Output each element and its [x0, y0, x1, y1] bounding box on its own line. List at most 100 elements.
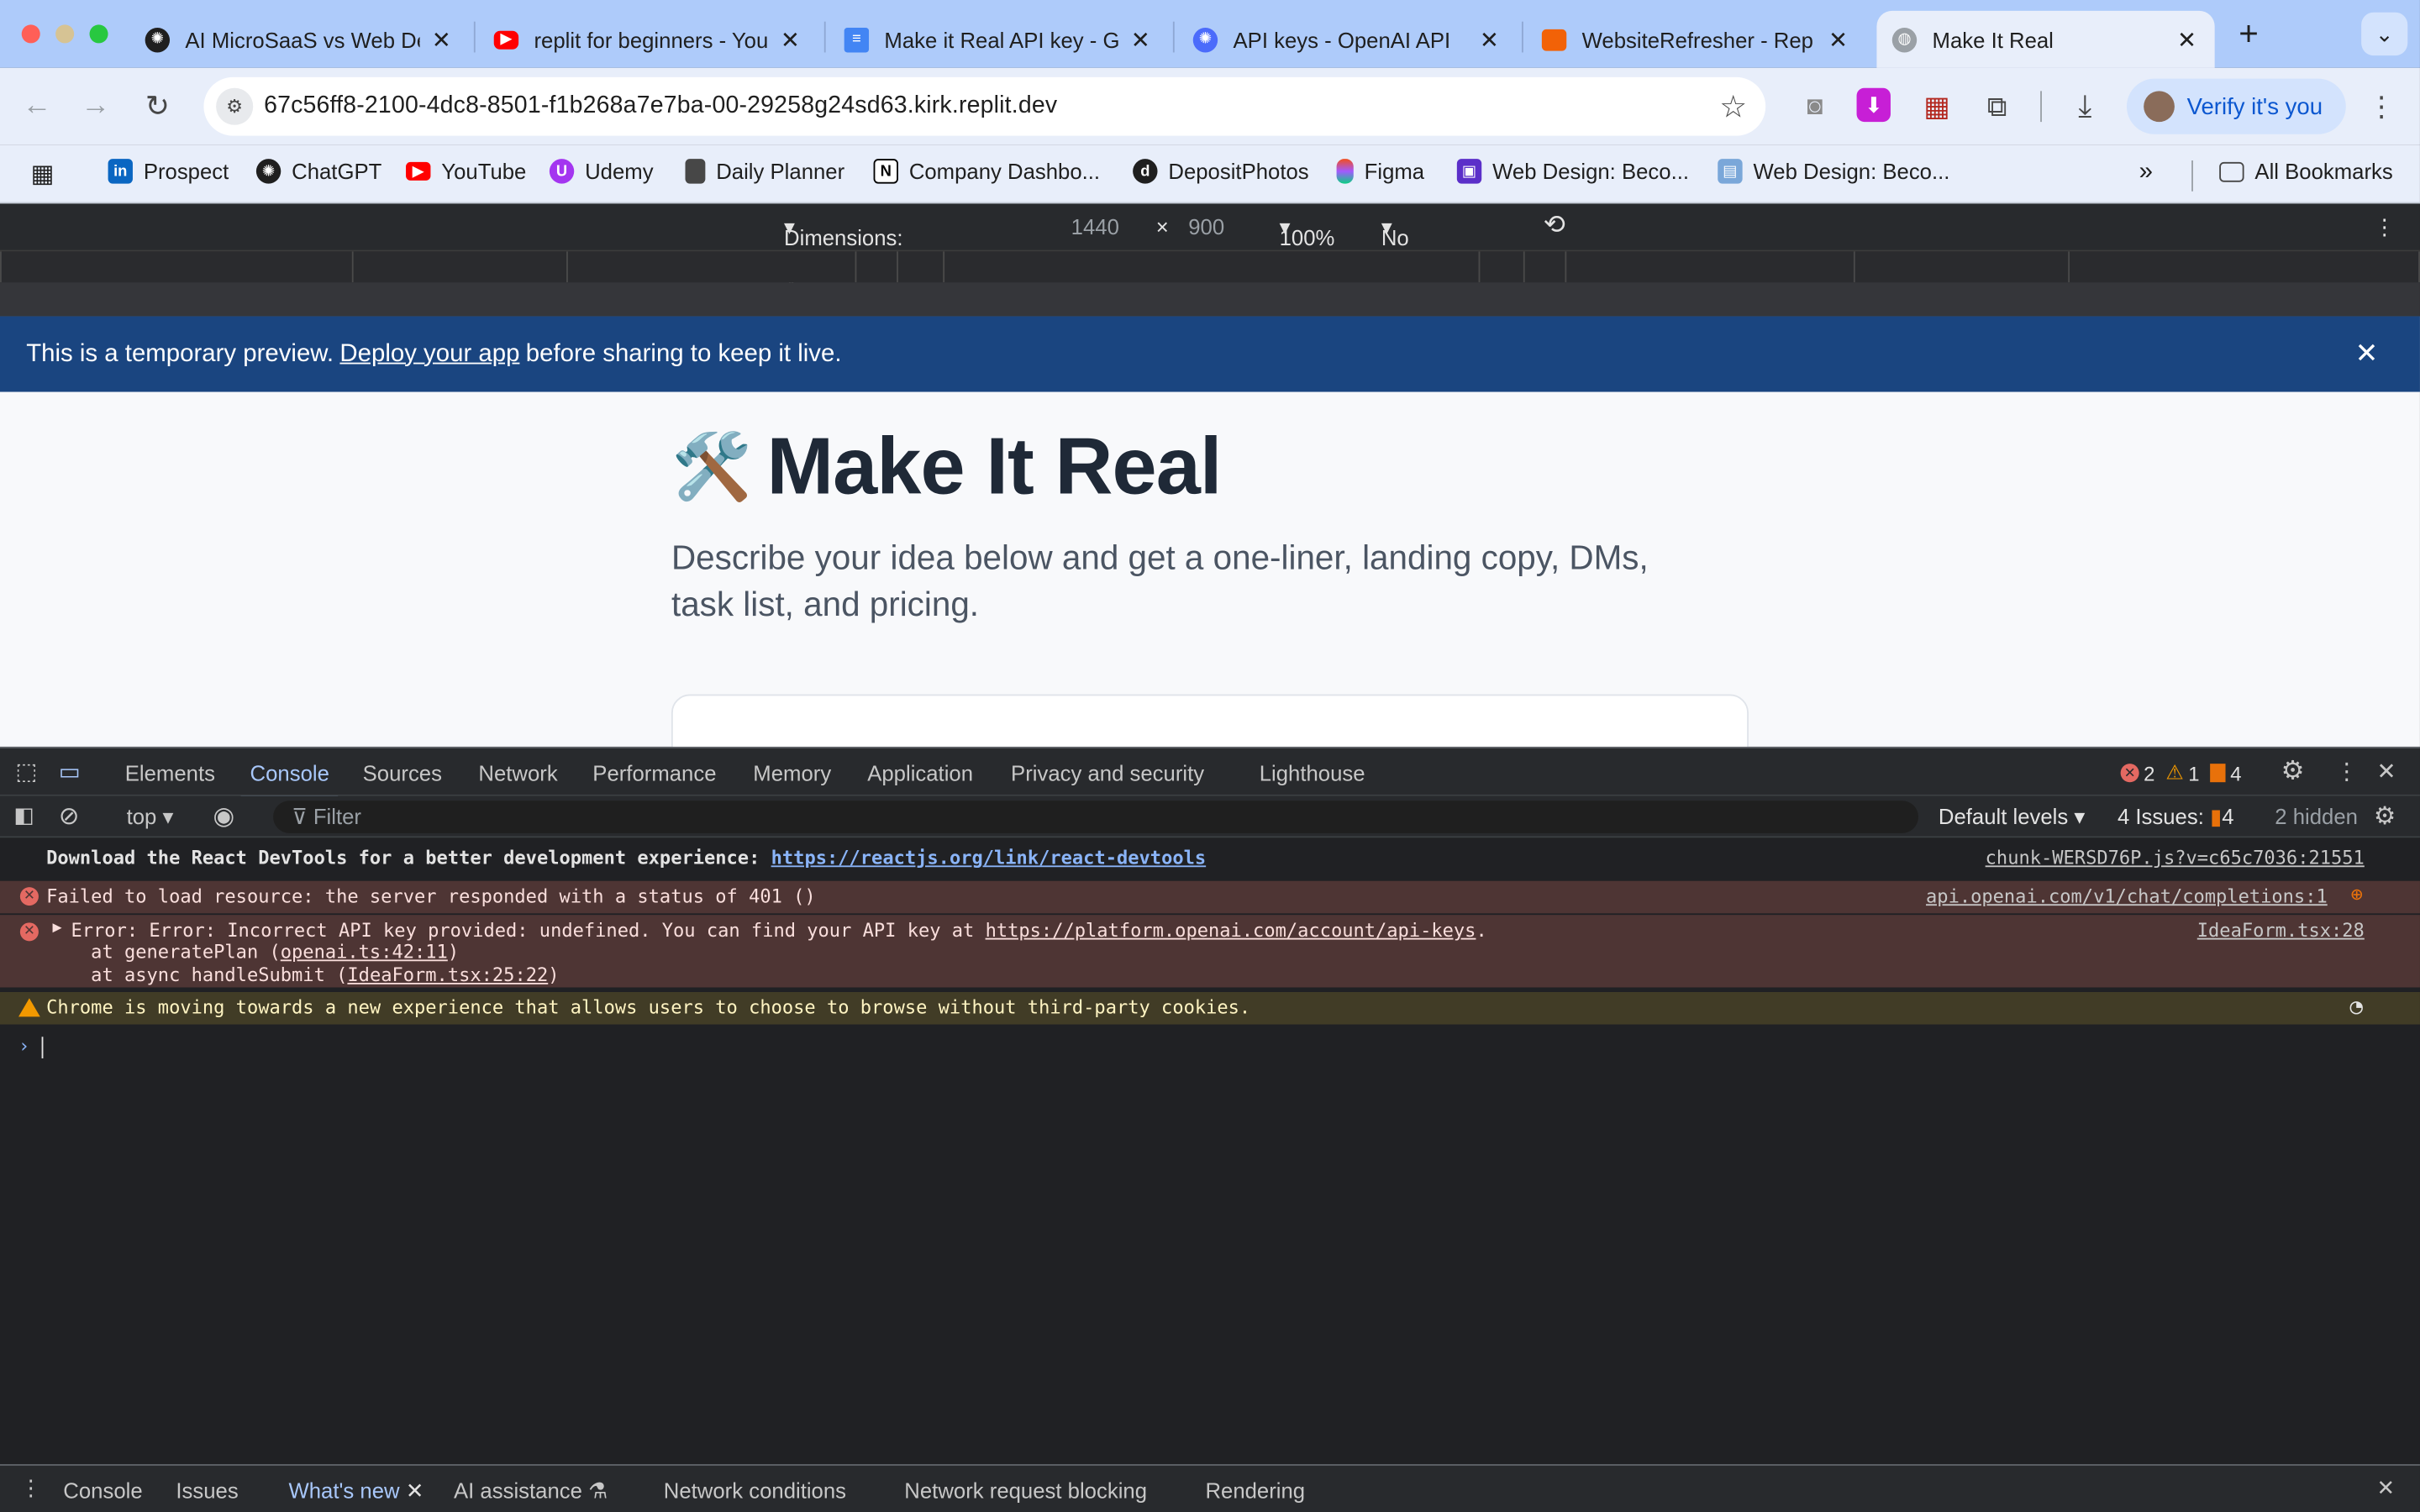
close-tab-icon[interactable]: ✕ [2175, 25, 2199, 53]
bookmark-web-design-1[interactable]: ▣ Web Design: Beco... [1456, 159, 1689, 184]
maximize-window-button[interactable] [89, 24, 108, 44]
expand-triangle-icon[interactable]: ▶ [52, 920, 61, 937]
download-extension-icon[interactable]: ⬇ [1856, 87, 1891, 123]
tab-sources[interactable]: Sources [363, 760, 442, 785]
bookmark-figma[interactable]: Figma [1336, 159, 1424, 184]
bookmark-web-design-2[interactable]: ▤ Web Design: Beco... [1718, 159, 1949, 184]
drawer-tab-ai-assistance[interactable]: AI assistance ⚗ [454, 1478, 608, 1504]
close-tab-icon[interactable]: ✕ [1128, 25, 1153, 53]
media-query-segment[interactable] [0, 251, 352, 283]
bookmarks-overflow-icon[interactable]: » [2139, 159, 2153, 186]
console-filter-input[interactable]: ⊽ Filter [273, 801, 1919, 833]
device-width-input[interactable]: 1440 [1071, 214, 1119, 239]
tab-network[interactable]: Network [478, 760, 557, 785]
close-tab-icon[interactable]: ✕ [1826, 25, 1850, 53]
device-menu-icon[interactable]: ⋮ [2374, 214, 2396, 240]
log-levels-dropdown[interactable]: Default levels ▾ [1939, 804, 2085, 830]
browser-tab[interactable]: ✺ API keys - OpenAI API ✕ [1177, 11, 1517, 68]
tab-application[interactable]: Application [867, 760, 973, 785]
tab-search-button[interactable]: ⌄ [2361, 12, 2408, 56]
message-source-link[interactable]: IdeaForm.tsx:28 [2197, 920, 2365, 942]
drawer-tab-whats-new[interactable]: What's new ✕ [288, 1478, 424, 1504]
device-height-input[interactable]: 900 [1188, 214, 1224, 239]
clear-console-icon[interactable]: ⊘ [59, 801, 80, 832]
reload-button[interactable]: ↻ [137, 87, 177, 127]
site-info-icon[interactable]: ⚙ [216, 87, 254, 125]
context-selector[interactable]: top ▾ [127, 804, 174, 830]
back-button[interactable]: ← [17, 87, 57, 127]
bookmark-company-dashboard[interactable]: N Company Dashbo... [873, 159, 1100, 184]
bookmark-daily-planner[interactable]: Daily Planner [685, 159, 844, 184]
console-prompt[interactable]: › [0, 1035, 2420, 1063]
close-tab-icon[interactable]: ✕ [429, 25, 454, 53]
issues-link[interactable]: 4 Issues: ▮4 [2118, 804, 2234, 830]
device-dimensions-dropdown[interactable]: Dimensions: MacBook Air ▾ [784, 214, 902, 299]
media-query-segment[interactable] [1523, 251, 1565, 283]
tab-privacy-security[interactable]: Privacy and security [1011, 760, 1204, 785]
devtools-menu-icon[interactable]: ⋮ [2335, 758, 2359, 785]
drawer-tab-issues[interactable]: Issues [176, 1478, 238, 1503]
drawer-tab-network-request-blocking[interactable]: Network request blocking [904, 1478, 1147, 1503]
browser-menu-icon[interactable]: ⋮ [2361, 87, 2402, 127]
tab-performance[interactable]: Performance [592, 760, 716, 785]
throttling-dropdown[interactable]: No throttling ▾ [1381, 214, 1465, 275]
bookmark-star-icon[interactable]: ☆ [1719, 88, 1747, 127]
stack-link[interactable]: IdeaForm.tsx:25:22 [347, 964, 548, 986]
media-query-segment[interactable] [1565, 251, 1854, 283]
console-settings-icon[interactable]: ⚙ [2374, 801, 2396, 832]
sidebar-toggle-icon[interactable]: ◧ [14, 802, 34, 828]
close-devtools-icon[interactable]: ✕ [2377, 758, 2396, 785]
api-keys-link[interactable]: https://platform.openai.com/account/api-… [986, 920, 1476, 942]
close-banner-icon[interactable]: ✕ [2355, 338, 2379, 370]
devtools-counters[interactable]: ✕ 2 ⚠ 1 4 [2120, 760, 2242, 785]
bookmark-prospect[interactable]: in Prospect [108, 159, 229, 184]
sheet-extension-icon[interactable]: ▦ [1917, 87, 1957, 127]
device-toggle-icon[interactable]: ▭ [59, 758, 81, 785]
close-tab-icon[interactable]: ✕ [1477, 25, 1502, 53]
drawer-tab-console[interactable]: Console [63, 1478, 142, 1503]
react-devtools-link[interactable]: https://reactjs.org/link/react-devtools [771, 847, 1207, 869]
close-drawer-icon[interactable]: ✕ [2377, 1475, 2396, 1501]
media-query-segment[interactable] [351, 251, 567, 283]
message-source-link[interactable]: chunk-WERSD76P.js?v=c65c7036:21551 [1986, 847, 2365, 869]
bookmark-udemy[interactable]: U Udemy [549, 159, 654, 184]
downloads-icon[interactable]: ⤓ [2065, 87, 2106, 127]
minimize-window-button[interactable] [55, 24, 75, 44]
close-tab-icon[interactable]: ✕ [778, 25, 802, 53]
tab-console[interactable]: Console [240, 760, 339, 800]
media-query-segment[interactable] [897, 251, 944, 283]
profile-verify-button[interactable]: Verify it's you [2126, 78, 2346, 134]
inspect-element-icon[interactable]: ⬚ [15, 758, 37, 785]
address-bar[interactable]: ⚙ 67c56ff8-2100-4dc8-8501-f1b268a7e7ba-0… [203, 76, 1766, 136]
browser-tab[interactable]: ≡ Make it Real API key - G ✕ [829, 11, 1168, 68]
close-drawer-tab-icon[interactable]: ✕ [406, 1478, 424, 1503]
close-window-button[interactable] [21, 24, 40, 44]
extensions-puzzle-icon[interactable]: ⧉ [1977, 87, 2018, 127]
drawer-tab-rendering[interactable]: Rendering [1205, 1478, 1305, 1503]
media-query-segment[interactable] [1853, 251, 2069, 283]
browser-tab[interactable]: WebsiteRefresher - Rep ✕ [1526, 11, 1865, 68]
zoom-dropdown[interactable]: 100% ▾ [1280, 214, 1335, 249]
bookmark-youtube[interactable]: ▶ YouTube [406, 159, 526, 184]
media-query-segment[interactable] [855, 251, 897, 283]
media-query-segment[interactable] [1478, 251, 1523, 283]
media-query-bar[interactable] [0, 249, 2420, 283]
camera-extension-icon[interactable]: ◙ [1795, 87, 1835, 127]
tab-lighthouse[interactable]: Lighthouse [1260, 760, 1365, 785]
apps-grid-icon[interactable]: ▦ [31, 159, 55, 190]
rotate-icon[interactable]: ⟲ [1544, 210, 1565, 241]
bookmark-chatgpt[interactable]: ✺ ChatGPT [255, 159, 381, 184]
media-query-segment[interactable] [566, 251, 855, 283]
media-query-segment[interactable] [943, 251, 1479, 283]
drawer-tab-network-conditions[interactable]: Network conditions [664, 1478, 846, 1503]
new-tab-button[interactable]: + [2228, 14, 2269, 55]
browser-tab[interactable]: ✺ AI MicroSaaS vs Web De ✕ [129, 11, 469, 68]
deploy-link[interactable]: Deploy your app [339, 340, 519, 368]
media-query-segment[interactable] [2068, 251, 2420, 283]
tab-memory[interactable]: Memory [753, 760, 831, 785]
tab-elements[interactable]: Elements [125, 760, 215, 785]
browser-tab[interactable]: ▶ replit for beginners - You ✕ [478, 11, 818, 68]
forward-button[interactable]: → [76, 87, 116, 127]
stack-link[interactable]: openai.ts:42:11 [281, 941, 448, 963]
browser-tab-active[interactable]: ◍ Make It Real ✕ [1876, 10, 2215, 68]
